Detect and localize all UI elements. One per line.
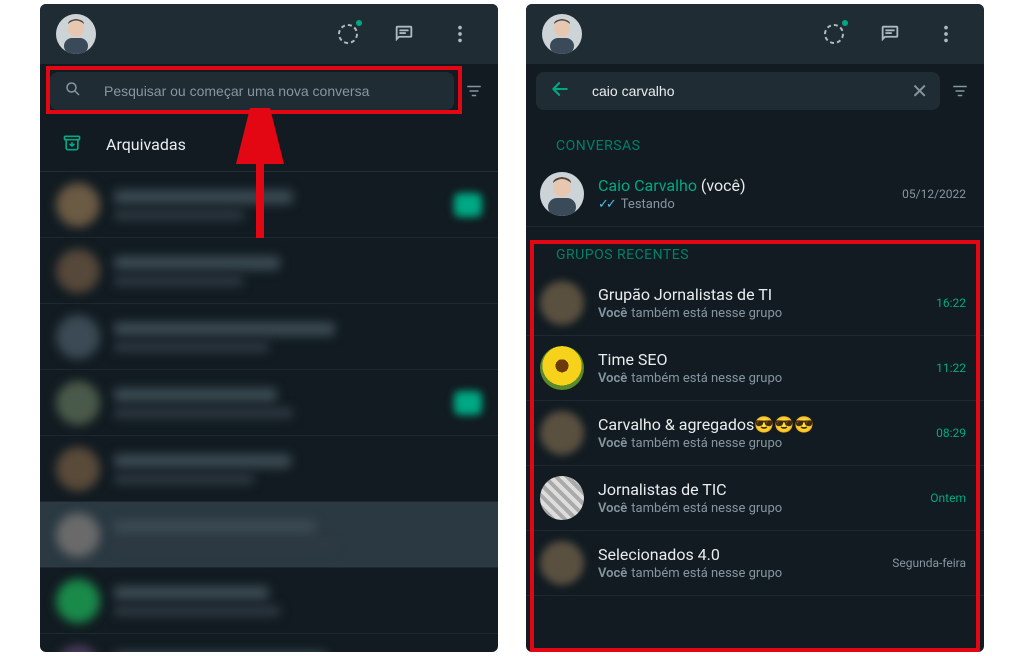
archive-icon bbox=[62, 133, 82, 157]
search-box[interactable] bbox=[50, 72, 454, 110]
new-chat-icon[interactable] bbox=[868, 12, 912, 56]
result-title: Selecionados 4.0 bbox=[598, 545, 870, 564]
chat-item[interactable] bbox=[40, 304, 498, 370]
chat-item[interactable] bbox=[40, 568, 498, 634]
result-subtitle: Você também está nesse grupo bbox=[598, 566, 870, 581]
chat-item[interactable] bbox=[40, 172, 498, 238]
avatar bbox=[540, 346, 584, 390]
avatar bbox=[540, 411, 584, 455]
result-group[interactable]: Grupão Jornalistas de TI Você também está… bbox=[526, 271, 984, 336]
result-group[interactable]: Selecionados 4.0 Você também está nesse g… bbox=[526, 531, 984, 596]
result-group[interactable]: Carvalho & agregados😎😎😎 Você também está … bbox=[526, 401, 984, 466]
chat-item[interactable] bbox=[40, 436, 498, 502]
result-title: Caio Carvalho (você) bbox=[598, 176, 880, 195]
result-time: 16:22 bbox=[936, 296, 966, 310]
result-title: Carvalho & agregados😎😎😎 bbox=[598, 415, 914, 434]
search-icon bbox=[64, 80, 82, 102]
result-time: Ontem bbox=[930, 491, 966, 505]
left-panel: Arquivadas bbox=[40, 4, 498, 652]
status-icon[interactable] bbox=[812, 12, 856, 56]
menu-dots-icon[interactable] bbox=[438, 12, 482, 56]
avatar bbox=[540, 476, 584, 520]
result-time: Segunda-feira bbox=[892, 556, 966, 570]
result-title: Grupão Jornalistas de TI bbox=[598, 285, 914, 304]
avatar bbox=[540, 281, 584, 325]
archived-label: Arquivadas bbox=[106, 135, 186, 154]
right-panel: ✕ CONVERSAS Caio Carvalho (você) ✓✓ Test… bbox=[526, 4, 984, 652]
result-title: Time SEO bbox=[598, 350, 914, 369]
chat-item[interactable] bbox=[40, 238, 498, 304]
profile-avatar[interactable] bbox=[56, 14, 96, 54]
clear-search-icon[interactable]: ✕ bbox=[911, 81, 928, 101]
search-box[interactable]: ✕ bbox=[536, 72, 940, 110]
avatar bbox=[540, 541, 584, 585]
result-subtitle: Você também está nesse grupo bbox=[598, 436, 914, 451]
new-chat-icon[interactable] bbox=[382, 12, 426, 56]
right-header bbox=[526, 4, 984, 64]
result-self[interactable]: Caio Carvalho (você) ✓✓ Testando 05/12/2… bbox=[526, 162, 984, 227]
result-group[interactable]: Time SEO Você também está nesse grupo 11:2… bbox=[526, 336, 984, 401]
search-row bbox=[40, 64, 498, 118]
filter-icon[interactable] bbox=[946, 77, 974, 105]
read-ticks-icon: ✓✓ bbox=[598, 197, 614, 212]
search-row-active: ✕ bbox=[526, 64, 984, 118]
chat-item[interactable] bbox=[40, 370, 498, 436]
filter-icon[interactable] bbox=[460, 77, 488, 105]
avatar bbox=[540, 172, 584, 216]
search-input[interactable] bbox=[592, 83, 889, 99]
result-subtitle: ✓✓ Testando bbox=[598, 197, 880, 212]
section-grupos: GRUPOS RECENTES bbox=[526, 227, 984, 271]
section-conversas: CONVERSAS bbox=[526, 118, 984, 162]
result-subtitle: Você também está nesse grupo bbox=[598, 371, 914, 386]
left-header bbox=[40, 4, 498, 64]
result-subtitle: Você também está nesse grupo bbox=[598, 501, 908, 516]
result-time: 05/12/2022 bbox=[902, 187, 966, 201]
result-title: Jornalistas de TIC bbox=[598, 480, 908, 499]
back-arrow-icon[interactable] bbox=[550, 79, 570, 103]
status-icon[interactable] bbox=[326, 12, 370, 56]
menu-dots-icon[interactable] bbox=[924, 12, 968, 56]
result-group[interactable]: Jornalistas de TIC Você também está nesse… bbox=[526, 466, 984, 531]
result-time: 08:29 bbox=[936, 426, 966, 440]
search-results: CONVERSAS Caio Carvalho (você) ✓✓ Testan… bbox=[526, 118, 984, 652]
chat-item[interactable] bbox=[40, 502, 498, 568]
profile-avatar[interactable] bbox=[542, 14, 582, 54]
archived-row[interactable]: Arquivadas bbox=[40, 118, 498, 172]
chat-item[interactable] bbox=[40, 634, 498, 652]
result-subtitle: Você também está nesse grupo bbox=[598, 306, 914, 321]
result-time: 11:22 bbox=[936, 361, 966, 375]
chat-list bbox=[40, 172, 498, 652]
search-input[interactable] bbox=[104, 83, 442, 99]
